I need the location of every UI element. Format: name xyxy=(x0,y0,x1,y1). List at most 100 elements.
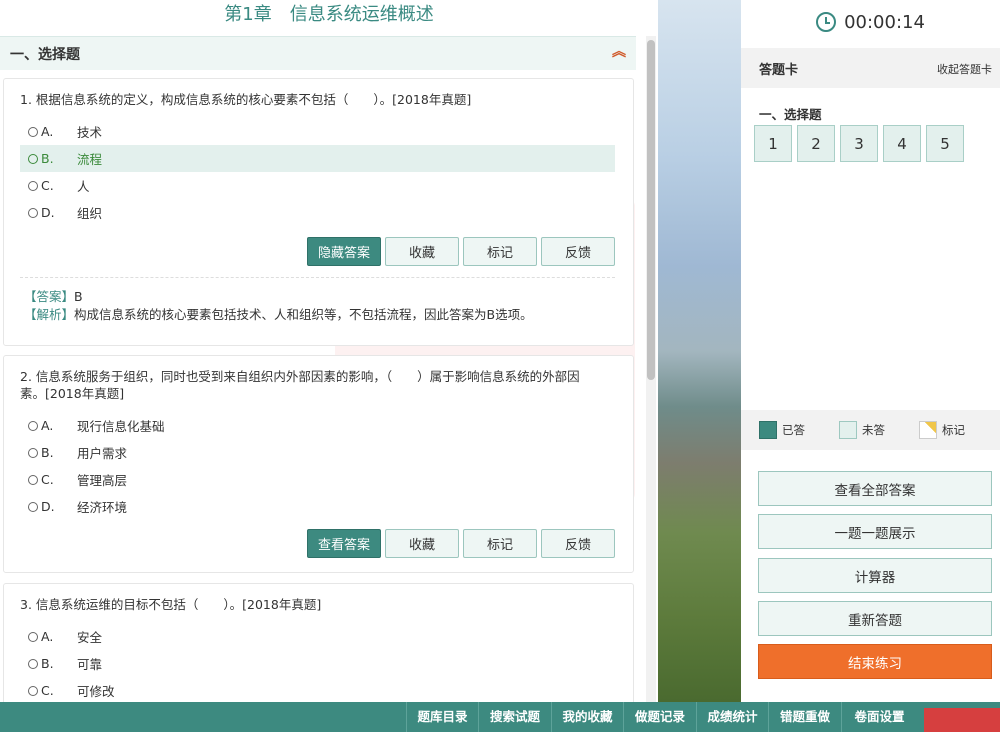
option-text: 组织 xyxy=(77,206,103,221)
radio-icon[interactable] xyxy=(28,501,38,512)
clock-icon xyxy=(816,12,837,32)
analysis-line: 【解析】构成信息系统的核心要素包括技术、人和组织等，不包括流程，因此答案为B选项… xyxy=(24,306,533,323)
option-a[interactable]: A. 技术 xyxy=(20,118,615,145)
option-letter: C. xyxy=(41,178,54,193)
view-answer-button[interactable]: 查看答案 xyxy=(307,529,381,558)
option-c[interactable]: C. 管理高层 xyxy=(20,466,615,493)
one-by-one-button[interactable]: 一题一题展示 xyxy=(758,514,992,549)
legend-label: 标记 xyxy=(942,423,965,437)
double-chevron-up-icon[interactable]: ︽ xyxy=(612,45,626,59)
question-actions: 查看答案 收藏 标记 反馈 xyxy=(307,529,615,558)
option-letter: C. xyxy=(41,683,54,698)
option-text: 可靠 xyxy=(77,657,103,672)
legend-label: 未答 xyxy=(862,423,885,437)
answer-line: 【答案】B xyxy=(24,288,83,305)
legend-answered: 已答 xyxy=(759,421,805,439)
toolbar-search[interactable]: 搜索试题 xyxy=(478,702,551,732)
answer-card-panel: 00:00:14 答题卡 收起答题卡 一、选择题 1 2 3 4 5 已答 未答… xyxy=(741,0,1000,702)
option-a[interactable]: A. 安全 xyxy=(20,623,615,650)
option-letter: A. xyxy=(41,418,54,433)
divider xyxy=(20,277,615,278)
finish-practice-button[interactable]: 结束练习 xyxy=(758,644,992,679)
feedback-button[interactable]: 反馈 xyxy=(541,529,615,558)
radio-icon[interactable] xyxy=(28,685,38,696)
option-text: 技术 xyxy=(77,125,103,140)
option-c[interactable]: C. 可修改 xyxy=(20,677,615,702)
question-panel: 第1章 信息系统运维概述 一、选择题 ︽ 1. 根据信息系统的定义，构成信息系统… xyxy=(0,0,658,702)
analysis-tag: 【解析】 xyxy=(24,307,75,322)
radio-icon[interactable] xyxy=(28,153,38,164)
timer: 00:00:14 xyxy=(741,0,1000,44)
legend-unanswered: 未答 xyxy=(839,421,885,439)
option-text: 人 xyxy=(77,179,90,194)
mark-button[interactable]: 标记 xyxy=(463,237,537,266)
answered-swatch-icon xyxy=(759,421,777,439)
marked-swatch-icon xyxy=(919,421,937,439)
submit-button[interactable] xyxy=(924,708,1000,732)
view-all-answers-button[interactable]: 查看全部答案 xyxy=(758,471,992,506)
answer-value: B xyxy=(74,289,83,304)
option-letter: B. xyxy=(41,656,54,671)
favorite-button[interactable]: 收藏 xyxy=(385,529,459,558)
option-b[interactable]: B. 流程 xyxy=(20,145,615,172)
bottom-toolbar: 题库目录 搜索试题 我的收藏 做题记录 成绩统计 错题重做 卷面设置 xyxy=(0,702,1000,732)
feedback-button[interactable]: 反馈 xyxy=(541,237,615,266)
toolbar-redo-wrong[interactable]: 错题重做 xyxy=(768,702,841,732)
toolbar-history[interactable]: 做题记录 xyxy=(623,702,696,732)
chapter-title: 第1章 信息系统运维概述 xyxy=(224,4,434,25)
option-d[interactable]: D. 经济环境 xyxy=(20,493,615,520)
option-b[interactable]: B. 可靠 xyxy=(20,650,615,677)
question-number[interactable]: 1 xyxy=(754,125,792,162)
radio-icon[interactable] xyxy=(28,447,38,458)
legend: 已答 未答 标记 xyxy=(741,410,1000,450)
collapse-card-link[interactable]: 收起答题卡 xyxy=(937,61,992,77)
toolbar-stats[interactable]: 成绩统计 xyxy=(696,702,768,732)
option-text: 用户需求 xyxy=(77,446,128,461)
timer-value: 00:00:14 xyxy=(844,11,925,33)
card-section-label: 一、选择题 xyxy=(759,107,822,122)
section-label: 一、选择题 xyxy=(10,46,80,63)
radio-icon[interactable] xyxy=(28,207,38,218)
toolbar-question-bank[interactable]: 题库目录 xyxy=(406,702,478,732)
question-card: 2. 信息系统服务于组织，同时也受到来自组织内外部因素的影响，（ ）属于影响信息… xyxy=(3,355,634,573)
hide-answer-button[interactable]: 隐藏答案 xyxy=(307,237,381,266)
option-c[interactable]: C. 人 xyxy=(20,172,615,199)
option-a[interactable]: A. 现行信息化基础 xyxy=(20,412,615,439)
scrollbar[interactable] xyxy=(646,36,656,702)
section-header[interactable]: 一、选择题 ︽ xyxy=(0,36,636,70)
option-text: 经济环境 xyxy=(77,500,128,515)
option-text: 流程 xyxy=(77,152,103,167)
unanswered-swatch-icon xyxy=(839,421,857,439)
toolbar-layout-settings[interactable]: 卷面设置 xyxy=(841,702,917,732)
toolbar-favorites[interactable]: 我的收藏 xyxy=(551,702,623,732)
scrollbar-thumb[interactable] xyxy=(647,40,655,380)
option-text: 管理高层 xyxy=(77,473,128,488)
favorite-button[interactable]: 收藏 xyxy=(385,237,459,266)
question-text: 1. 根据信息系统的定义，构成信息系统的核心要素不包括（ ）。[2018年真题] xyxy=(20,92,472,107)
option-b[interactable]: B. 用户需求 xyxy=(20,439,615,466)
radio-icon[interactable] xyxy=(28,631,38,642)
question-text: 2. 信息系统服务于组织，同时也受到来自组织内外部因素的影响，（ ）属于影响信息… xyxy=(20,369,580,401)
question-card: 3. 信息系统运维的目标不包括（ ）。[2018年真题] A. 安全 B. 可靠… xyxy=(3,583,634,702)
redo-button[interactable]: 重新答题 xyxy=(758,601,992,636)
calculator-button[interactable]: 计算器 xyxy=(758,558,992,593)
analysis-text: 构成信息系统的核心要素包括技术、人和组织等，不包括流程，因此答案为B选项。 xyxy=(74,307,533,322)
option-d[interactable]: D. 组织 xyxy=(20,199,615,226)
question-number[interactable]: 2 xyxy=(797,125,835,162)
answer-card-header: 答题卡 收起答题卡 xyxy=(741,48,1000,88)
question-number[interactable]: 3 xyxy=(840,125,878,162)
radio-icon[interactable] xyxy=(28,180,38,191)
option-text: 可修改 xyxy=(77,684,115,699)
radio-icon[interactable] xyxy=(28,474,38,485)
radio-icon[interactable] xyxy=(28,420,38,431)
radio-icon[interactable] xyxy=(28,126,38,137)
radio-icon[interactable] xyxy=(28,658,38,669)
question-number[interactable]: 5 xyxy=(926,125,964,162)
option-letter: D. xyxy=(41,205,55,220)
option-letter: C. xyxy=(41,472,54,487)
option-letter: B. xyxy=(41,151,54,166)
legend-label: 已答 xyxy=(782,423,805,437)
option-text: 现行信息化基础 xyxy=(77,419,165,434)
mark-button[interactable]: 标记 xyxy=(463,529,537,558)
question-number[interactable]: 4 xyxy=(883,125,921,162)
